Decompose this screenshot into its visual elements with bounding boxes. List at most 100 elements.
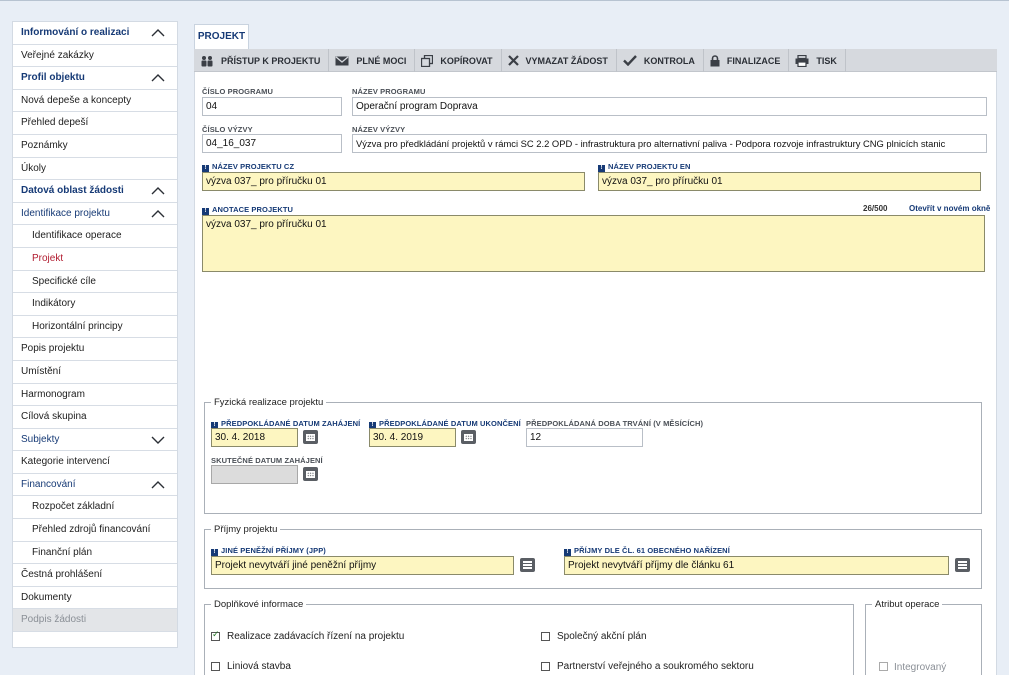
sidebar-item-label: Rozpočet základní [32, 501, 115, 513]
open-new-window-link[interactable]: Otevřít v novém okně [909, 204, 990, 213]
check-button[interactable]: KONTROLA [617, 49, 704, 72]
program-number-field[interactable]: 04 [202, 97, 342, 116]
sidebar-item-horizontalni-principy[interactable]: Horizontální principy [13, 316, 177, 339]
tab-projekt[interactable]: PROJEKT [194, 24, 249, 49]
end-date-field[interactable]: 30. 4. 2019 [369, 428, 456, 447]
sidebar-item-harmonogram[interactable]: Harmonogram [13, 384, 177, 407]
sidebar-item-poznamky[interactable]: Poznámky [13, 135, 177, 158]
sidebar-item-indikatory[interactable]: Indikátory [13, 293, 177, 316]
calendar-icon[interactable] [461, 430, 476, 444]
sidebar-item-umisteni[interactable]: Umístění [13, 361, 177, 384]
project-name-cz-label-text: NÁZEV PROJEKTU CZ [212, 162, 295, 171]
sidebar-item-financni-plan[interactable]: Finanční plán [13, 542, 177, 565]
sidebar-item-dokumenty[interactable]: Dokumenty [13, 587, 177, 610]
chevron-up-icon[interactable] [151, 186, 165, 196]
joint-plan-checkbox[interactable] [541, 632, 550, 641]
list-icon[interactable] [520, 558, 535, 572]
call-number-field[interactable]: 04_16_037 [202, 134, 342, 153]
annotation-label-text: ANOTACE PROJEKTU [212, 205, 294, 214]
end-date-label-text: PŘEDPOKLÁDANÉ DATUM UKONČENÍ [379, 419, 521, 428]
sidebar-item-verejne-zakazky[interactable]: Veřejné zakázky [13, 45, 177, 68]
delete-label: VYMAZAT ŽÁDOST [525, 55, 608, 66]
chevron-up-icon[interactable] [151, 73, 165, 83]
finalize-label: FINALIZACE [726, 55, 781, 66]
sidebar-item-identifikace-projektu[interactable]: Identifikace projektu [13, 203, 177, 226]
list-icon[interactable] [955, 558, 970, 572]
sidebar-item-label: Informování o realizaci [21, 27, 130, 38]
sidebar-item-projekt[interactable]: Projekt [13, 248, 177, 271]
chevron-down-icon[interactable] [151, 435, 165, 445]
procurement-label: Realizace zadávacích řízení na projektu [227, 631, 405, 642]
sidebar-item-label: Úkoly [21, 162, 47, 174]
sidebar-item-cilova-skupina[interactable]: Cílová skupina [13, 406, 177, 429]
toolbar: PŘÍSTUP K PROJEKTU PLNÉ MOCI KOPÍROVAT V… [194, 49, 997, 72]
required-icon: ! [202, 208, 209, 215]
call-name-field[interactable]: Výzva pro předkládání projektů v rámci S… [352, 134, 987, 153]
sidebar-item-profil-objektu[interactable]: Profil objektu [13, 67, 177, 90]
printer-icon [795, 54, 809, 67]
sidebar-item-subjekty[interactable]: Subjekty [13, 429, 177, 452]
calendar-icon[interactable] [303, 430, 318, 444]
powers-button[interactable]: PLNÉ MOCI [329, 49, 416, 72]
annotation-textarea[interactable]: výzva 037_ pro příručku 01 [202, 215, 985, 272]
sidebar-item-ukoly[interactable]: Úkoly [13, 158, 177, 181]
linear-checkbox[interactable] [211, 662, 220, 671]
chevron-up-icon[interactable] [151, 28, 165, 38]
print-button[interactable]: TISK [789, 49, 846, 72]
integrated-checkbox[interactable] [879, 662, 888, 671]
sidebar-item-label: Specifické cíle [32, 275, 96, 287]
access-button[interactable]: PŘÍSTUP K PROJEKTU [194, 49, 330, 72]
ppp-checkbox[interactable] [541, 662, 550, 671]
joint-plan-label: Společný akční plán [557, 631, 647, 642]
sidebar-item-label: Dokumenty [21, 591, 72, 603]
chevron-up-icon[interactable] [151, 480, 165, 490]
sidebar-item-identifikace-operace[interactable]: Identifikace operace [13, 225, 177, 248]
program-number-label: ČÍSLO PROGRAMU [202, 87, 273, 96]
sidebar-item-label: Identifikace operace [32, 230, 122, 242]
sidebar-item-cestna-prohlaseni[interactable]: Čestná prohlášení [13, 564, 177, 587]
sidebar-item-specificke-cile[interactable]: Specifické cíle [13, 271, 177, 294]
sidebar-item-label: Cílová skupina [21, 411, 87, 423]
finalize-button[interactable]: FINALIZACE [704, 49, 790, 72]
access-label: PŘÍSTUP K PROJEKTU [221, 55, 321, 66]
integrated-label: Integrovaný [894, 662, 947, 673]
project-name-cz-field[interactable]: výzva 037_ pro příručku 01 [202, 172, 585, 191]
print-label: TISK [816, 55, 837, 66]
sidebar-item-popis-projektu[interactable]: Popis projektu [13, 338, 177, 361]
sidebar-item-prehled-depesi[interactable]: Přehled depeší [13, 112, 177, 135]
sidebar-item-label: Veřejné zakázky [21, 49, 94, 61]
income-legend: Příjmy projektu [214, 524, 278, 535]
sidebar-item-label: Finanční plán [32, 546, 93, 558]
duration-field[interactable]: 12 [526, 428, 643, 447]
sidebar-item-kategorie-intervenci[interactable]: Kategorie intervencí [13, 451, 177, 474]
sidebar-item-podpis-zadosti[interactable]: Podpis žádosti [13, 609, 177, 633]
project-name-en-field[interactable]: výzva 037_ pro příručku 01 [598, 172, 981, 191]
sidebar-item-informovani-o-realizaci[interactable]: Informování o realizaci [13, 22, 177, 45]
sidebar-nav: Informování o realizaci Veřejné zakázky Pr… [12, 21, 178, 648]
sidebar-item-prehled-zdroju-financovani[interactable]: Přehled zdrojů financování [13, 519, 177, 542]
sidebar-item-label: Čestná prohlášení [21, 569, 103, 581]
sidebar-item-datova-oblast-zadosti[interactable]: Datová oblast žádosti [13, 180, 177, 203]
copy-button[interactable]: KOPÍROVAT [415, 49, 502, 72]
actual-start-label: SKUTEČNÉ DATUM ZAHÁJENÍ [211, 456, 323, 465]
sidebar-item-nova-depese-a-koncepty[interactable]: Nová depeše a koncepty [13, 90, 177, 113]
duration-label: PŘEDPOKLÁDANÁ DOBA TRVÁNÍ (V MĚSÍCÍCH) [526, 419, 704, 428]
required-icon: ! [211, 549, 218, 556]
delete-button[interactable]: VYMAZAT ŽÁDOST [502, 49, 617, 72]
procurement-checkbox[interactable] [211, 630, 220, 641]
call-name-label: NÁZEV VÝZVY [352, 125, 406, 134]
other-income-field[interactable]: Projekt nevytváří jiné peněžní příjmy [211, 556, 514, 575]
sidebar-item-rozpocet-zakladni[interactable]: Rozpočet základní [13, 496, 177, 520]
chevron-up-icon[interactable] [151, 209, 165, 219]
art61-income-field[interactable]: Projekt nevytváří příjmy dle článku 61 [564, 556, 949, 575]
calendar-icon[interactable] [303, 467, 318, 481]
sidebar-item-label: Poznámky [21, 139, 68, 151]
annotation-label: ! ANOTACE PROJEKTU [202, 205, 293, 215]
actual-start-field[interactable] [211, 465, 298, 484]
start-date-field[interactable]: 30. 4. 2018 [211, 428, 298, 447]
program-name-field[interactable]: Operační program Doprava [352, 97, 987, 116]
sidebar-item-label: Umístění [21, 365, 62, 377]
sidebar-item-financovani[interactable]: Financování [13, 474, 177, 497]
lock-icon [710, 54, 720, 66]
sidebar-item-label: Datová oblast žádosti [21, 185, 124, 197]
